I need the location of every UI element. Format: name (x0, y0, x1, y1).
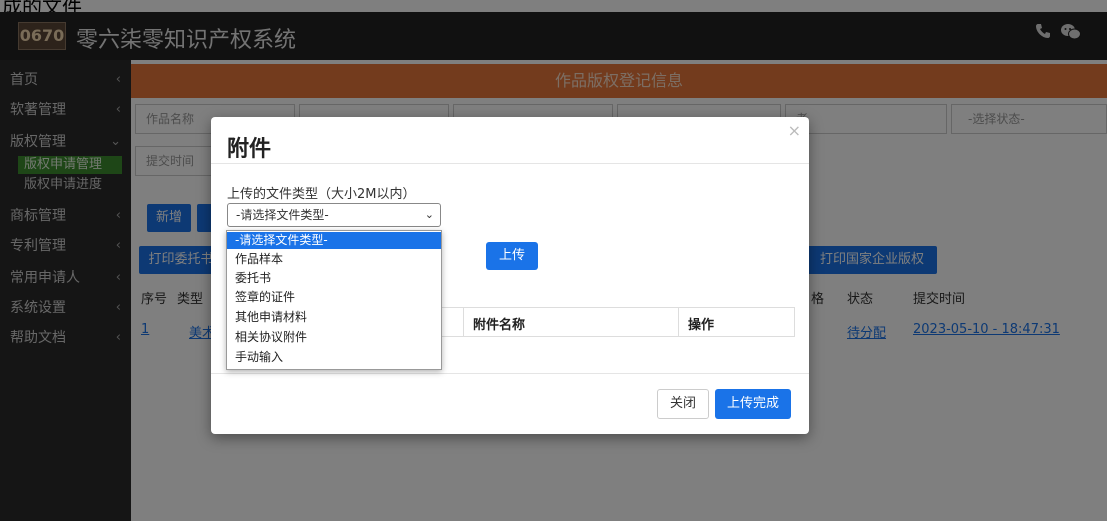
divider (463, 308, 464, 336)
dropdown-option[interactable]: 签章的证件 (227, 289, 441, 306)
dropdown-option[interactable]: 其他申请材料 (227, 309, 441, 326)
upload-complete-button[interactable]: 上传完成 (715, 389, 791, 419)
modal-title: 附件 (227, 137, 272, 162)
close-button[interactable]: 关闭 (657, 389, 709, 419)
file-type-dropdown: -请选择文件类型- 作品样本 委托书 签章的证件 其他申请材料 相关协议附件 手… (226, 230, 442, 370)
dropdown-option[interactable]: 作品样本 (227, 251, 441, 268)
dropdown-option[interactable]: 相关协议附件 (227, 329, 441, 346)
column-header: 操作 (688, 318, 715, 333)
dropdown-option[interactable]: -请选择文件类型- (227, 232, 441, 249)
column-header: 附件名称 (473, 318, 526, 333)
dropdown-option[interactable]: 委托书 (227, 270, 441, 287)
upload-button[interactable]: 上传 (486, 242, 538, 270)
file-type-select[interactable]: -请选择文件类型- ⌄ (227, 203, 441, 227)
divider (211, 373, 809, 374)
dropdown-option[interactable]: 手动输入 (227, 349, 441, 366)
chevron-down-icon: ⌄ (424, 208, 434, 221)
close-icon[interactable]: × (788, 121, 801, 140)
divider (678, 308, 679, 336)
divider (211, 163, 809, 164)
file-type-label: 上传的文件类型（大小2M以内） (227, 187, 416, 202)
